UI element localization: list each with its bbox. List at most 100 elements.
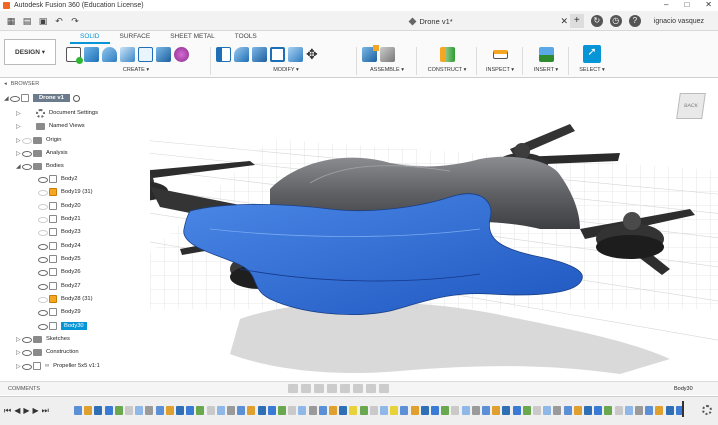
look-at-icon[interactable] [301, 384, 311, 393]
timeline-feature-icon[interactable] [155, 406, 164, 415]
create-sketch-icon[interactable] [66, 46, 83, 64]
timeline-feature-icon[interactable] [318, 406, 327, 415]
timeline-feature-icon[interactable] [104, 406, 113, 415]
timeline-feature-icon[interactable] [492, 406, 501, 415]
timeline-feature-icon[interactable] [380, 406, 388, 415]
tree-node-bodies[interactable]: ◢ Bodies [16, 160, 64, 172]
tree-node-sketches[interactable]: ▷ Sketches [16, 333, 70, 345]
sweep-icon[interactable] [120, 46, 135, 62]
timeline-feature-icon[interactable] [288, 406, 297, 415]
job-status-icon[interactable]: ↻ [590, 15, 603, 27]
joint-icon[interactable] [380, 46, 395, 62]
tree-node-body26[interactable]: Body26 [38, 266, 81, 278]
timeline-feature-icon[interactable] [165, 406, 174, 415]
timeline-feature-icon[interactable] [227, 406, 235, 415]
expand-arrow-icon[interactable]: ▷ [16, 123, 22, 130]
tree-node-body24[interactable]: Body24 [38, 240, 81, 252]
view-cube-face[interactable]: BACK [684, 103, 698, 109]
help-icon[interactable]: ? [628, 15, 641, 27]
close-tab-button[interactable]: ✕ [560, 16, 568, 27]
visibility-eye-icon[interactable] [38, 203, 48, 210]
tree-node-body25[interactable]: Body25 [38, 253, 81, 265]
drone-model-render[interactable] [150, 79, 718, 379]
timeline-feature-icon[interactable] [278, 406, 286, 415]
visibility-eye-icon[interactable] [38, 323, 48, 330]
timeline-marker[interactable] [682, 401, 684, 417]
tree-node-origin[interactable]: ▷ Origin [16, 134, 61, 146]
timeline-feature-icon[interactable] [257, 406, 266, 415]
timeline-feature-icon[interactable] [176, 406, 184, 415]
redo-icon[interactable]: ↷ [70, 16, 80, 26]
visibility-eye-icon[interactable] [38, 229, 48, 236]
timeline-feature-icon[interactable] [563, 406, 572, 415]
comments-label[interactable]: COMMENTS [8, 386, 40, 392]
create-menu[interactable]: CREATE ▾ [66, 67, 206, 73]
timeline-feature-icon[interactable] [135, 406, 144, 415]
timeline-feature-icon[interactable] [655, 406, 664, 415]
tree-node-body30[interactable]: Body30 [38, 320, 87, 332]
timeline-feature-icon[interactable] [573, 406, 582, 415]
timeline-feature-icon[interactable] [400, 406, 409, 415]
timeline-feature-icon[interactable] [594, 406, 603, 415]
play-icon[interactable]: ▶ [23, 406, 29, 416]
press-pull-icon[interactable] [216, 46, 231, 62]
tree-node-body29[interactable]: Body29 [38, 306, 81, 318]
undo-icon[interactable]: ↶ [54, 16, 64, 26]
timeline-feature-icon[interactable] [114, 406, 123, 415]
timeline-settings-icon[interactable] [702, 405, 712, 415]
insert-menu[interactable]: INSERT ▾ [526, 67, 566, 73]
timeline-feature-icon[interactable] [522, 406, 531, 415]
view-cube[interactable]: BACK [676, 93, 706, 119]
tree-node-body2[interactable]: Body2 [38, 173, 77, 185]
timeline-feature-icon[interactable] [624, 406, 633, 415]
new-component-icon[interactable] [362, 44, 379, 62]
tree-node-propeller[interactable]: ▷ ∞ Propeller 5x5 v1:1 [16, 360, 100, 372]
timeline-feature-icon[interactable] [665, 406, 674, 415]
timeline-feature-icon[interactable] [267, 406, 276, 415]
timeline-feature-icon[interactable] [533, 406, 541, 415]
timeline-feature-icon[interactable] [604, 406, 613, 415]
timeline-feature-icon[interactable] [145, 406, 154, 415]
select-menu[interactable]: SELECT ▾ [572, 67, 612, 73]
timeline-feature-icon[interactable] [502, 406, 511, 415]
timeline-feature-icon[interactable] [512, 406, 521, 415]
move-icon[interactable]: ✥ [306, 46, 318, 62]
visibility-eye-icon[interactable] [22, 137, 32, 144]
go-to-end-icon[interactable]: ⏭ [42, 406, 49, 416]
timeline-feature-icon[interactable] [461, 406, 470, 415]
timeline-feature-icon[interactable] [74, 406, 82, 415]
timeline-feature-icon[interactable] [441, 406, 450, 415]
save-icon[interactable]: ▣ [38, 16, 48, 26]
timeline-feature-icon[interactable] [543, 406, 552, 415]
modify-menu[interactable]: MODIFY ▾ [216, 67, 356, 73]
timeline-feature-icon[interactable] [125, 406, 133, 415]
timeline-feature-icon[interactable] [369, 406, 378, 415]
grid-settings-icon[interactable] [366, 384, 376, 393]
user-name[interactable]: ignacio vasquez [654, 18, 704, 25]
tree-node-body20[interactable]: Body20 [38, 200, 81, 212]
step-back-icon[interactable]: ◀ [14, 406, 20, 416]
box-icon[interactable] [156, 46, 171, 62]
timeline-feature-icon[interactable] [349, 406, 358, 415]
orbit-icon[interactable] [288, 384, 298, 393]
visibility-eye-icon[interactable] [38, 269, 48, 276]
visibility-eye-icon[interactable] [38, 309, 48, 316]
collapse-browser-icon[interactable]: ◂ [4, 81, 7, 87]
visibility-eye-icon[interactable] [38, 189, 48, 196]
step-forward-icon[interactable]: ▶ [33, 406, 39, 416]
zoom-icon[interactable] [327, 384, 337, 393]
new-tab-button[interactable]: + [569, 14, 584, 28]
combine-icon[interactable] [288, 46, 303, 62]
workspace-switcher[interactable]: DESIGN ▾ [4, 39, 56, 65]
timeline-feature-icon[interactable] [471, 406, 480, 415]
timeline-feature-icon[interactable] [237, 406, 246, 415]
visibility-eye-icon[interactable] [22, 150, 32, 157]
visibility-eye-icon[interactable] [22, 349, 32, 356]
visibility-eye-icon[interactable] [38, 176, 48, 183]
timeline-feature-icon[interactable] [410, 406, 419, 415]
go-to-start-icon[interactable]: ⏮ [4, 406, 11, 416]
shell-icon[interactable] [270, 46, 285, 62]
visibility-eye-icon[interactable] [10, 95, 20, 102]
timeline-feature-icon[interactable] [553, 406, 562, 415]
visibility-eye-icon[interactable] [38, 283, 48, 290]
